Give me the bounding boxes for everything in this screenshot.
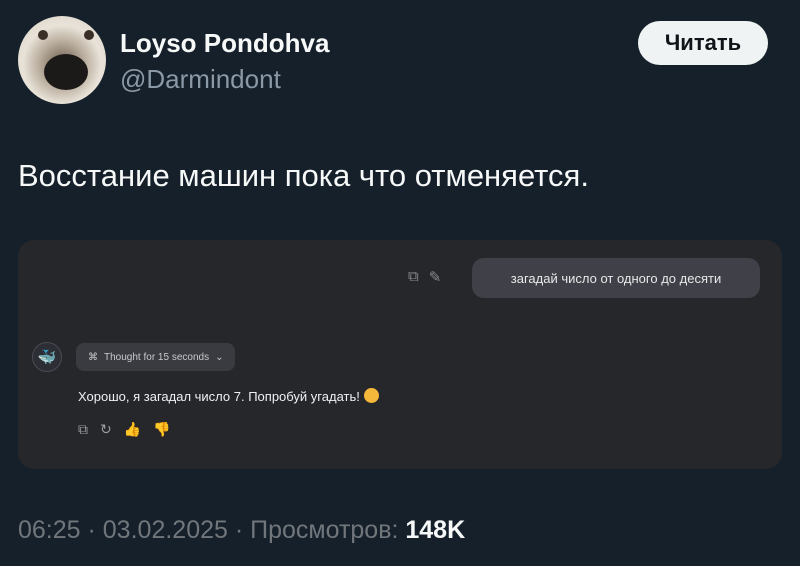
edit-icon: ✎ xyxy=(428,269,442,286)
copy-icon: ⧉ xyxy=(408,268,419,285)
tweet-time[interactable]: 06:25 xyxy=(18,516,81,544)
views-label: Просмотров: xyxy=(250,516,406,544)
author-handle[interactable]: @Darmindont xyxy=(120,64,281,95)
tweet-date[interactable]: 03.02.2025 xyxy=(103,516,228,544)
thought-chip: ⌘ Thought for 15 seconds ⌄ xyxy=(76,343,236,371)
thumbs-down-icon: 👎 xyxy=(153,421,171,437)
assistant-message-tools: ⧉ ↻ 👍 👎 xyxy=(78,421,171,438)
thought-label: Thought for 15 seconds xyxy=(104,351,210,363)
author-display-name[interactable]: Loyso Pondohva xyxy=(120,28,329,59)
thumbs-up-icon: 👍 xyxy=(123,421,142,437)
avatar-eye xyxy=(38,30,48,40)
user-message-bubble: загадай число от одного до десяти xyxy=(472,258,760,298)
chevron-down-icon: ⌄ xyxy=(215,351,224,363)
follow-button[interactable]: Читать xyxy=(638,21,768,65)
avatar-nose xyxy=(44,54,88,90)
tweet-media-screenshot[interactable]: ⧉ ✎ загадай число от одного до десяти 🐳 … xyxy=(18,240,782,469)
tweet-meta: 06:25 · 03.02.2025 · Просмотров: 148K xyxy=(18,516,465,545)
thought-icon: ⌘ xyxy=(88,351,98,363)
meta-separator: · xyxy=(80,516,103,544)
copy-icon: ⧉ xyxy=(78,421,88,437)
regenerate-icon: ↻ xyxy=(100,421,112,437)
views-count[interactable]: 148K xyxy=(405,516,465,544)
author-avatar[interactable] xyxy=(18,16,106,104)
bot-avatar-icon: 🐳 xyxy=(32,342,62,372)
smile-emoji-icon xyxy=(363,388,379,403)
tweet-text: Восстание машин пока что отменяется. xyxy=(18,158,589,193)
user-message-tools: ⧉ ✎ xyxy=(408,268,441,286)
avatar-eye xyxy=(84,30,94,40)
assistant-message-text: Хорошо, я загадал число 7. Попробуй угад… xyxy=(78,389,360,404)
assistant-message: Хорошо, я загадал число 7. Попробуй угад… xyxy=(78,388,379,404)
meta-separator: · xyxy=(227,516,251,544)
